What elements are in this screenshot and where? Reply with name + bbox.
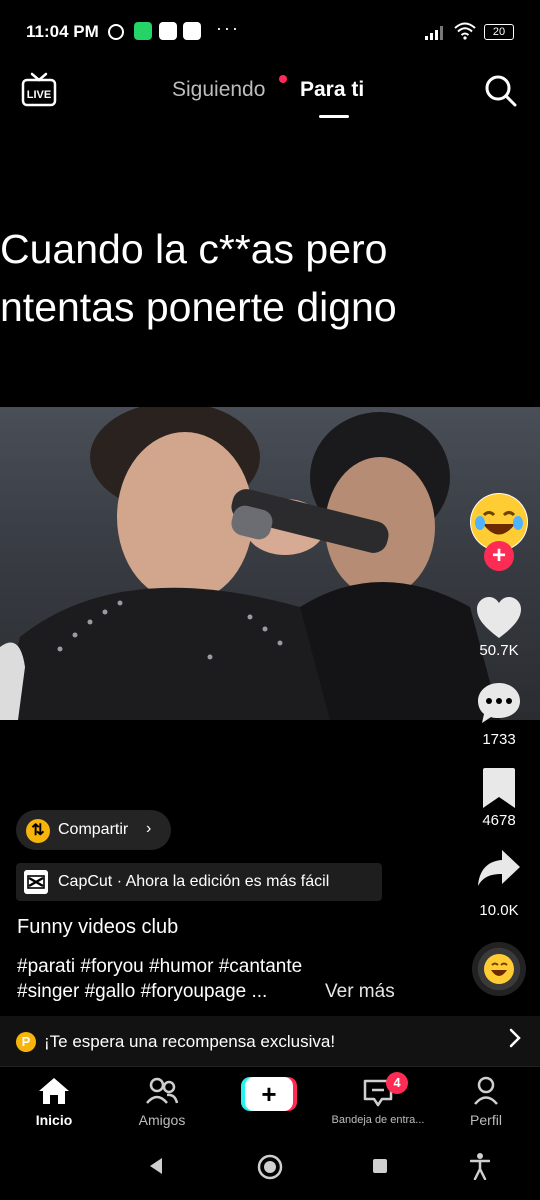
home-circle-icon[interactable]	[257, 1154, 283, 1180]
music-disc[interactable]	[472, 942, 526, 996]
active-tab-indicator	[319, 115, 349, 118]
video-frame-image	[0, 407, 500, 720]
new-content-dot	[279, 75, 287, 83]
recents-icon[interactable]	[373, 1159, 387, 1173]
save-count: 4678	[482, 812, 516, 829]
whatsapp-icon	[134, 22, 152, 40]
system-nav-bar	[0, 1140, 540, 1200]
profile-icon[interactable]	[472, 1076, 500, 1106]
inbox-badge: 4	[386, 1072, 408, 1094]
share-prompt-label: Compartir	[58, 821, 129, 838]
plus-icon: +	[245, 1077, 293, 1111]
alarm-icon	[108, 24, 124, 40]
nav-inbox-label[interactable]: Bandeja de entra...	[316, 1114, 440, 1126]
signal-icon	[425, 26, 443, 40]
hashtags-line-2[interactable]: #singer #gallo #foryoupage ...	[17, 981, 267, 1003]
create-button[interactable]: +	[241, 1077, 297, 1111]
capcut-label: CapCut · Ahora la edición es más fácil	[58, 873, 330, 890]
share-icon[interactable]	[474, 846, 524, 892]
home-icon[interactable]	[37, 1076, 71, 1106]
status-time: 11:04 PM	[26, 22, 99, 41]
search-icon[interactable]	[484, 74, 518, 108]
capcut-icon	[24, 870, 48, 894]
live-icon[interactable]: LIVE	[20, 72, 58, 108]
comment-icon[interactable]	[474, 680, 524, 726]
accessibility-icon[interactable]	[470, 1152, 490, 1180]
tab-for-you[interactable]: Para ti	[300, 78, 364, 102]
coin-icon: P	[16, 1032, 36, 1052]
chevron-right-icon: ›	[146, 820, 152, 837]
status-bar: 11:04 PM ··· 20	[0, 0, 540, 64]
author-name[interactable]: Funny videos club	[17, 916, 178, 939]
video-player[interactable]	[0, 407, 540, 720]
back-icon[interactable]	[148, 1157, 164, 1175]
more-notifications-icon: ···	[216, 18, 240, 38]
follow-button[interactable]: +	[484, 541, 514, 571]
chevron-right-icon	[509, 1028, 521, 1048]
nav-profile-label[interactable]: Perfil	[446, 1112, 526, 1128]
comment-count: 1733	[482, 731, 516, 748]
see-more-link[interactable]: Ver más	[325, 981, 395, 1003]
like-count: 50.7K	[479, 642, 519, 659]
repost-icon: ⇅	[26, 819, 50, 843]
wifi-icon	[454, 22, 476, 40]
live-icon-label: LIVE	[27, 89, 51, 101]
reward-text: ¡Te espera una recompensa exclusiva!	[44, 1032, 336, 1051]
friends-icon[interactable]	[145, 1076, 179, 1106]
music-emoji-icon	[484, 954, 514, 984]
share-count: 10.0K	[479, 902, 519, 919]
heart-icon[interactable]	[474, 595, 524, 641]
bookmark-icon[interactable]	[474, 766, 524, 812]
hashtags-line-1[interactable]: #parati #foryou #humor #cantante	[17, 956, 302, 978]
nav-friends-label[interactable]: Amigos	[122, 1112, 202, 1128]
battery-icon: 20	[484, 24, 514, 40]
nav-home-label[interactable]: Inicio	[14, 1112, 94, 1128]
maps-icon	[159, 22, 177, 40]
maps-icon-2	[183, 22, 201, 40]
video-caption: Cuando la c**as pero ntentas ponerte dig…	[0, 226, 397, 330]
tab-following[interactable]: Siguiendo	[172, 78, 265, 102]
